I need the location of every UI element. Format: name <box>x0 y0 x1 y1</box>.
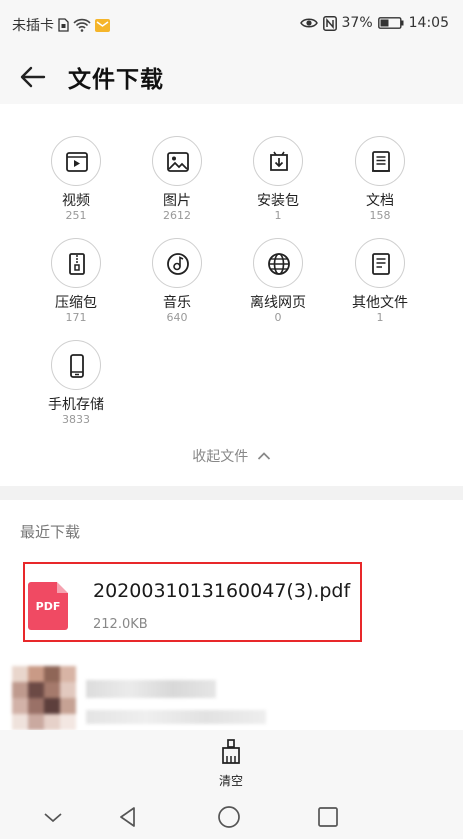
pdf-file-icon: PDF <box>28 582 68 630</box>
file-size: 212.0KB <box>93 617 148 632</box>
category-icon-circle <box>253 136 303 186</box>
clear-label: 清空 <box>218 774 243 788</box>
category-video[interactable]: 视频 251 <box>26 136 126 222</box>
system-nav-bar <box>0 792 463 839</box>
mail-icon <box>95 18 110 32</box>
category-image[interactable]: 图片 2612 <box>127 136 227 222</box>
category-music[interactable]: 音乐 640 <box>127 238 227 324</box>
music-icon <box>167 253 189 275</box>
blurred-title <box>86 680 216 698</box>
pdf-type-label: PDF <box>35 600 61 613</box>
category-count: 1 <box>274 209 282 222</box>
category-offline-web[interactable]: 离线网页 0 <box>228 238 328 324</box>
category-icon-circle <box>355 238 405 288</box>
category-label: 文档 <box>366 193 394 209</box>
globe-icon <box>268 253 290 275</box>
category-count: 171 <box>65 311 87 324</box>
chevron-down-icon <box>44 813 62 823</box>
nav-home-button[interactable] <box>216 804 242 830</box>
blurred-subtitle <box>86 710 266 724</box>
category-label: 音乐 <box>163 295 191 311</box>
blurred-list-item[interactable] <box>0 658 463 730</box>
wifi-icon <box>73 18 91 32</box>
package-icon <box>270 151 288 171</box>
collapse-files-toggle[interactable]: 收起文件 <box>0 446 463 466</box>
zip-icon <box>69 253 85 275</box>
category-count: 1 <box>376 311 384 324</box>
category-count: 3833 <box>62 413 90 426</box>
pdf-fold-corner <box>57 582 68 593</box>
status-left: 未插卡 <box>12 15 110 35</box>
section-divider <box>0 486 463 500</box>
title-bar: 文件下载 <box>0 50 463 104</box>
other-file-icon <box>372 253 390 275</box>
broom-icon <box>222 739 240 764</box>
blurred-thumbnail <box>12 666 76 730</box>
category-other[interactable]: 其他文件 1 <box>330 238 430 324</box>
category-label: 安装包 <box>257 193 299 209</box>
category-icon-circle <box>152 238 202 288</box>
category-label: 图片 <box>163 193 191 209</box>
category-icon-circle <box>51 340 101 390</box>
category-icon-circle <box>152 136 202 186</box>
category-icon-circle <box>51 238 101 288</box>
category-phone-storage[interactable]: 手机存储 3833 <box>26 340 126 426</box>
nfc-icon <box>322 15 337 31</box>
circle-home-icon <box>218 806 240 828</box>
category-count: 0 <box>274 311 282 324</box>
status-right: 37% 14:05 <box>299 15 449 31</box>
video-icon <box>66 152 88 172</box>
category-count: 2612 <box>163 209 191 222</box>
eye-icon <box>299 18 318 28</box>
triangle-back-icon <box>120 807 135 827</box>
category-label: 压缩包 <box>55 295 97 311</box>
collapse-label: 收起文件 <box>192 449 249 465</box>
nav-back-button[interactable] <box>115 804 141 830</box>
back-arrow-icon <box>20 66 46 88</box>
recent-downloads-title: 最近下载 <box>20 523 81 541</box>
category-count: 640 <box>166 311 188 324</box>
nav-recents-button[interactable] <box>315 804 341 830</box>
category-icon-circle <box>355 136 405 186</box>
category-package[interactable]: 安装包 1 <box>228 136 328 222</box>
clock: 14:05 <box>408 15 449 31</box>
file-name: 2020031013160047(3).pdf <box>93 580 351 602</box>
image-icon <box>167 152 189 172</box>
square-recents-icon <box>318 807 338 827</box>
category-grid: 视频 251 图片 2612 安装包 1 文档 158 压缩包 171 音乐 6… <box>0 104 463 486</box>
battery-icon <box>377 17 404 29</box>
category-label: 离线网页 <box>250 295 306 311</box>
back-button[interactable] <box>18 62 48 92</box>
category-icon-circle <box>51 136 101 186</box>
category-label: 手机存储 <box>48 397 104 413</box>
category-icon-circle <box>253 238 303 288</box>
document-icon <box>372 151 390 172</box>
category-label: 其他文件 <box>352 295 408 311</box>
chevron-up-icon <box>257 452 270 460</box>
clear-button[interactable]: 清空 <box>206 738 256 789</box>
category-document[interactable]: 文档 158 <box>330 136 430 222</box>
recent-file-item[interactable]: PDF 2020031013160047(3).pdf 212.0KB <box>23 562 362 642</box>
phone-icon <box>70 354 84 378</box>
category-label: 视频 <box>62 193 90 209</box>
page-title: 文件下载 <box>68 67 164 93</box>
battery-percent: 37% <box>341 15 373 31</box>
status-bar: 未插卡 37% 14:05 <box>0 0 463 50</box>
category-count: 251 <box>65 209 87 222</box>
nav-hide-button[interactable] <box>40 804 66 830</box>
category-count: 158 <box>369 209 391 222</box>
carrier-text: 未插卡 <box>12 18 54 34</box>
bottom-action-bar: 清空 <box>0 730 463 792</box>
category-zip[interactable]: 压缩包 171 <box>26 238 126 324</box>
sim-icon <box>58 18 69 32</box>
